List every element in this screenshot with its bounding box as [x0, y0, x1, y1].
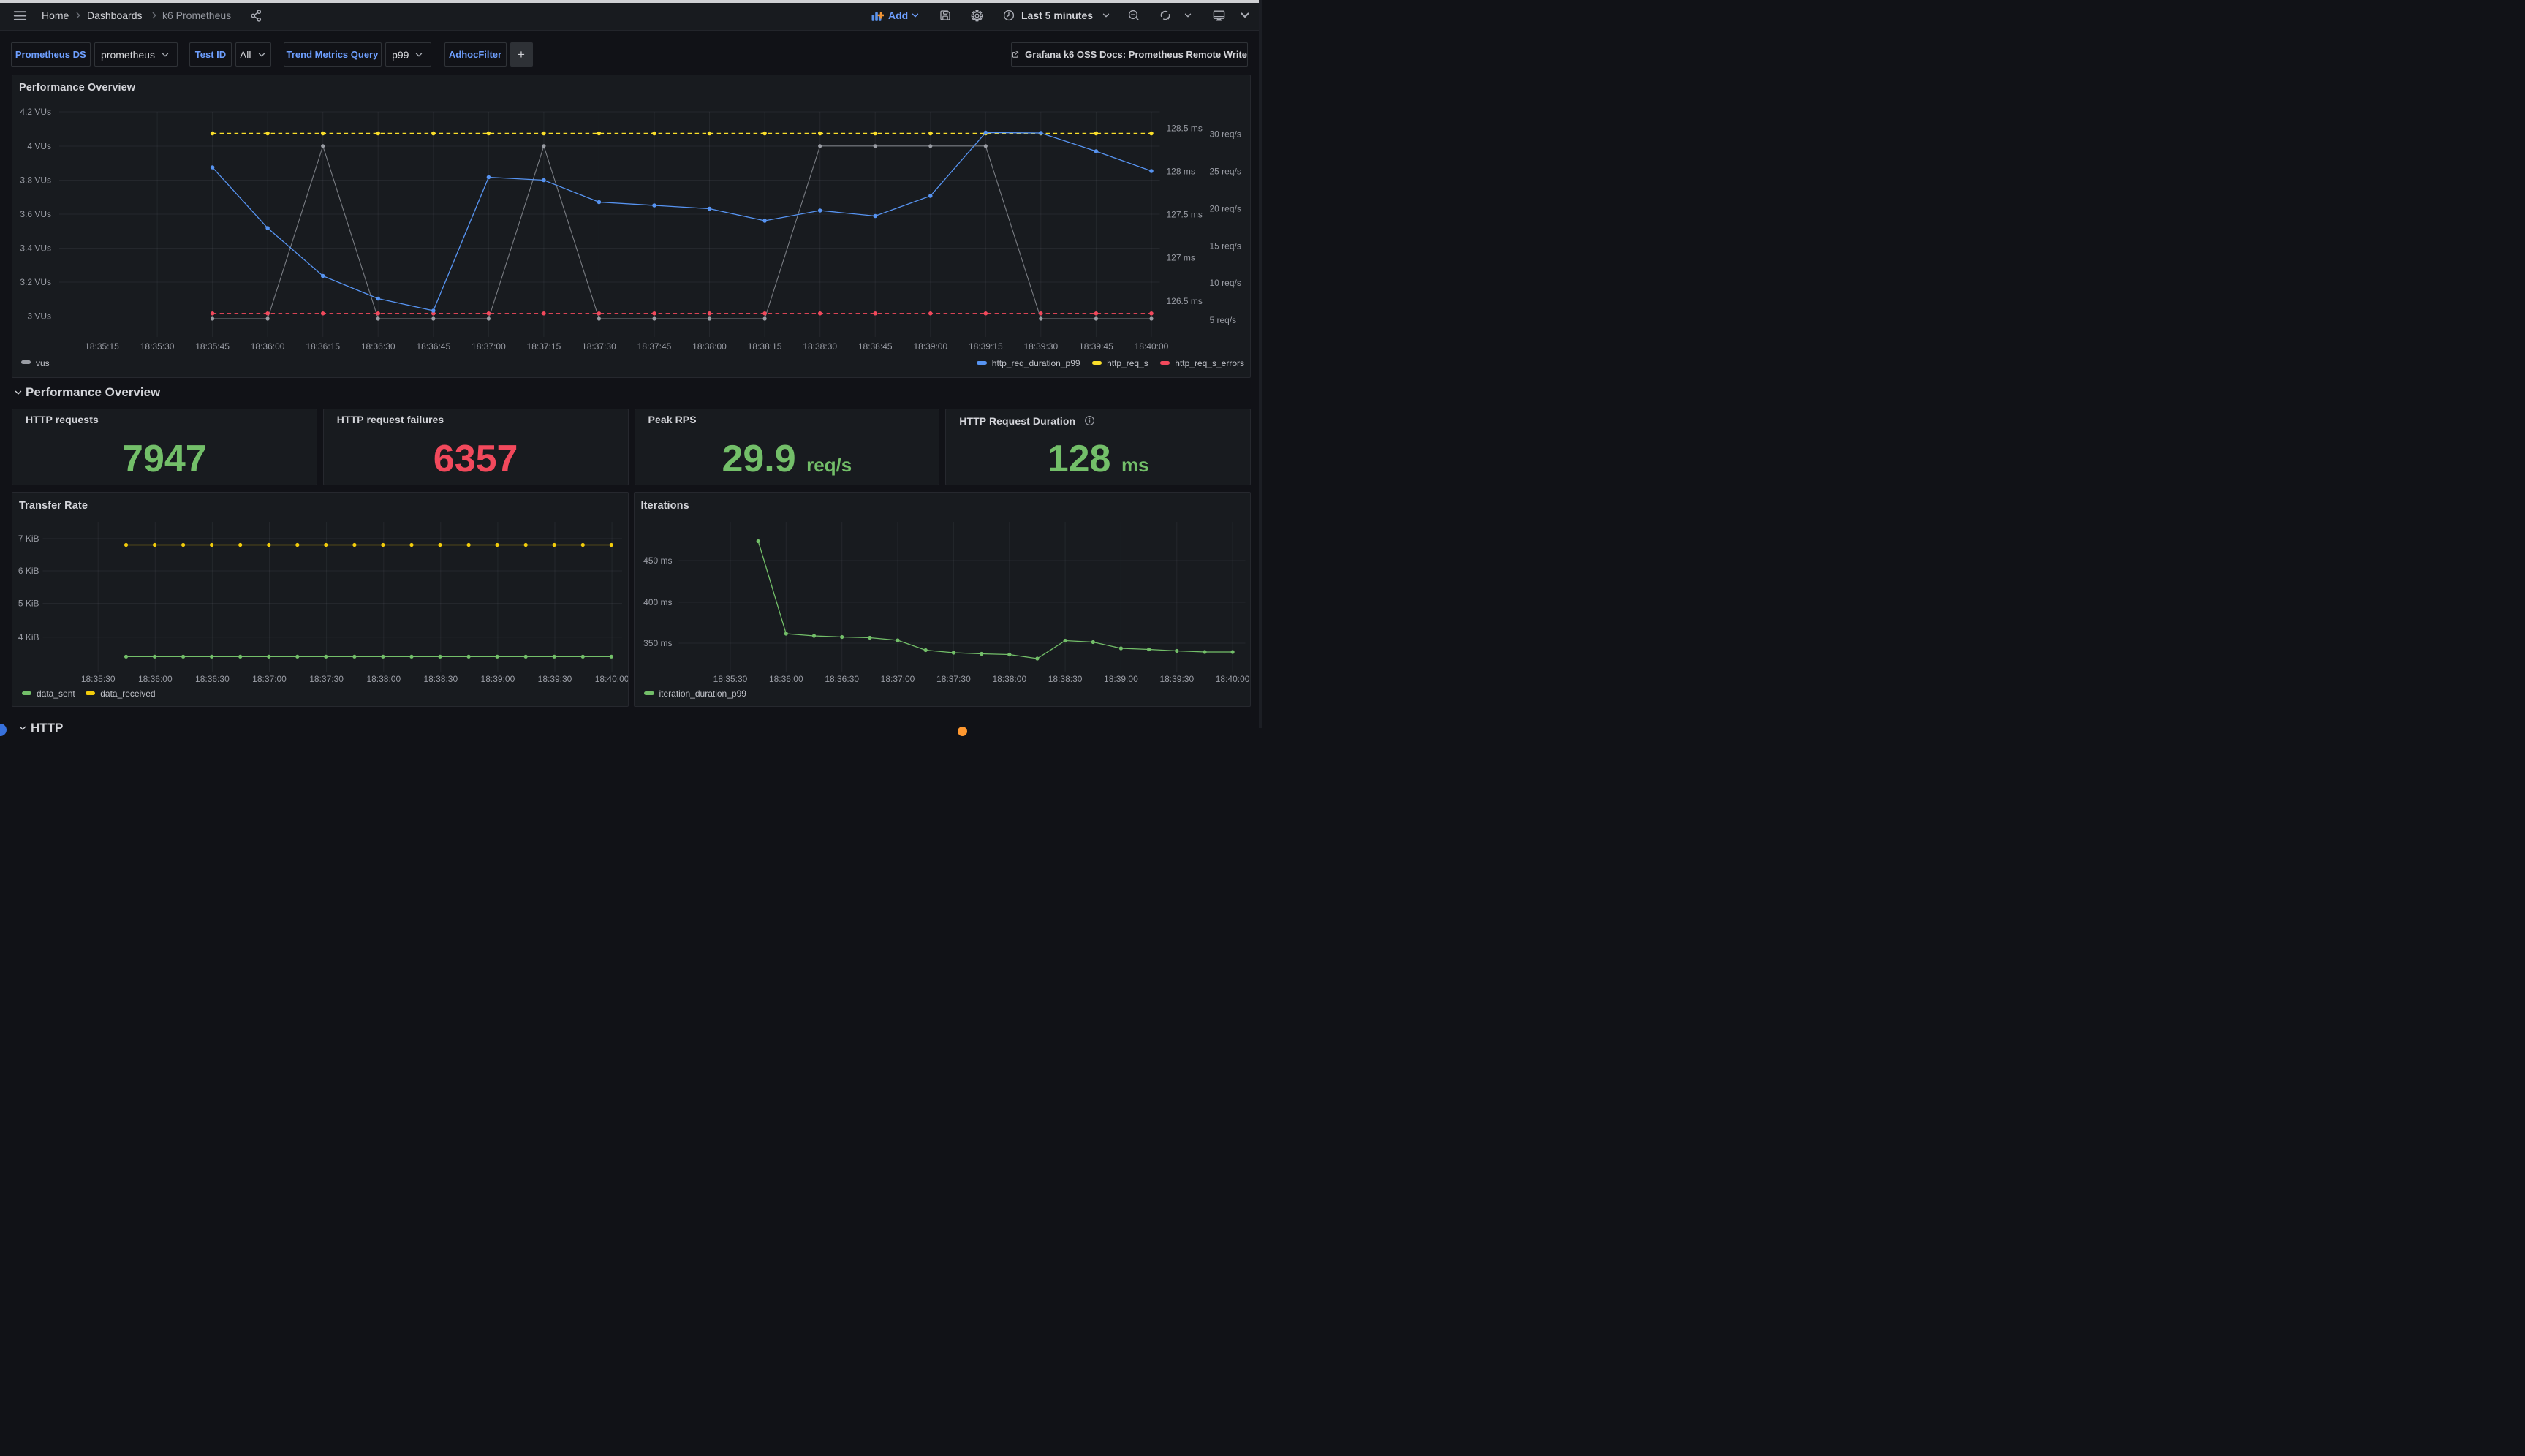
svg-text:18:36:00: 18:36:00 [768, 674, 803, 684]
svg-text:18:35:30: 18:35:30 [140, 341, 175, 352]
svg-text:5 KiB: 5 KiB [18, 599, 39, 609]
svg-text:25 req/s: 25 req/s [1210, 166, 1241, 176]
svg-text:18:35:30: 18:35:30 [713, 674, 747, 684]
svg-text:400 ms: 400 ms [643, 597, 672, 607]
svg-text:127 ms: 127 ms [1167, 252, 1195, 262]
svg-text:18:40:00: 18:40:00 [1215, 674, 1249, 684]
svg-text:3.8 VUs: 3.8 VUs [20, 175, 51, 185]
svg-text:18:36:00: 18:36:00 [138, 674, 173, 684]
svg-text:128 ms: 128 ms [1167, 166, 1195, 176]
svg-text:18:38:30: 18:38:30 [1048, 674, 1082, 684]
svg-text:3.4 VUs: 3.4 VUs [20, 243, 51, 253]
svg-text:4.2 VUs: 4.2 VUs [20, 107, 51, 117]
svg-text:18:36:15: 18:36:15 [306, 341, 340, 352]
svg-text:18:37:00: 18:37:00 [880, 674, 915, 684]
svg-text:30 req/s: 30 req/s [1210, 129, 1241, 139]
svg-text:18:39:15: 18:39:15 [969, 341, 1003, 352]
svg-text:350 ms: 350 ms [643, 638, 672, 648]
svg-text:3.6 VUs: 3.6 VUs [20, 209, 51, 219]
svg-text:126.5 ms: 126.5 ms [1167, 296, 1203, 306]
svg-text:18:37:30: 18:37:30 [309, 674, 344, 684]
svg-text:18:36:30: 18:36:30 [825, 674, 859, 684]
svg-text:128.5 ms: 128.5 ms [1167, 123, 1203, 133]
svg-text:18:38:30: 18:38:30 [803, 341, 837, 352]
svg-text:3.2 VUs: 3.2 VUs [20, 277, 51, 287]
svg-text:4 VUs: 4 VUs [27, 141, 51, 151]
svg-text:18:38:00: 18:38:00 [692, 341, 727, 352]
svg-text:18:39:00: 18:39:00 [481, 674, 515, 684]
svg-text:18:37:30: 18:37:30 [582, 341, 616, 352]
svg-text:18:38:30: 18:38:30 [423, 674, 458, 684]
svg-text:18:40:00: 18:40:00 [595, 674, 629, 684]
svg-text:18:36:30: 18:36:30 [361, 341, 395, 352]
svg-text:18:37:00: 18:37:00 [472, 341, 506, 352]
svg-text:127.5 ms: 127.5 ms [1167, 209, 1203, 219]
svg-text:18:37:00: 18:37:00 [252, 674, 287, 684]
svg-text:7 KiB: 7 KiB [18, 534, 39, 544]
svg-text:18:39:45: 18:39:45 [1079, 341, 1113, 352]
svg-text:18:35:30: 18:35:30 [81, 674, 116, 684]
svg-text:18:38:15: 18:38:15 [748, 341, 782, 352]
svg-text:18:39:00: 18:39:00 [1104, 674, 1138, 684]
svg-text:18:37:15: 18:37:15 [527, 341, 561, 352]
svg-text:18:39:30: 18:39:30 [538, 674, 572, 684]
svg-text:18:39:30: 18:39:30 [1159, 674, 1194, 684]
svg-text:18:38:45: 18:38:45 [858, 341, 893, 352]
svg-text:18:39:30: 18:39:30 [1023, 341, 1058, 352]
svg-text:10 req/s: 10 req/s [1210, 278, 1241, 288]
svg-text:18:38:00: 18:38:00 [366, 674, 401, 684]
svg-text:15 req/s: 15 req/s [1210, 240, 1241, 251]
svg-text:5 req/s: 5 req/s [1210, 315, 1237, 325]
svg-text:6 KiB: 6 KiB [18, 566, 39, 576]
svg-text:18:37:30: 18:37:30 [936, 674, 971, 684]
svg-text:450 ms: 450 ms [643, 556, 672, 566]
svg-text:20 req/s: 20 req/s [1210, 203, 1241, 213]
svg-text:18:37:45: 18:37:45 [637, 341, 672, 352]
svg-text:18:38:00: 18:38:00 [992, 674, 1026, 684]
svg-text:18:36:45: 18:36:45 [416, 341, 450, 352]
svg-text:18:35:45: 18:35:45 [195, 341, 230, 352]
svg-text:18:36:00: 18:36:00 [251, 341, 285, 352]
svg-text:18:36:30: 18:36:30 [195, 674, 230, 684]
svg-text:4 KiB: 4 KiB [18, 632, 39, 642]
svg-text:18:39:00: 18:39:00 [913, 341, 947, 352]
svg-text:3 VUs: 3 VUs [27, 311, 51, 321]
svg-text:18:35:15: 18:35:15 [85, 341, 119, 352]
svg-text:18:40:00: 18:40:00 [1135, 341, 1169, 352]
